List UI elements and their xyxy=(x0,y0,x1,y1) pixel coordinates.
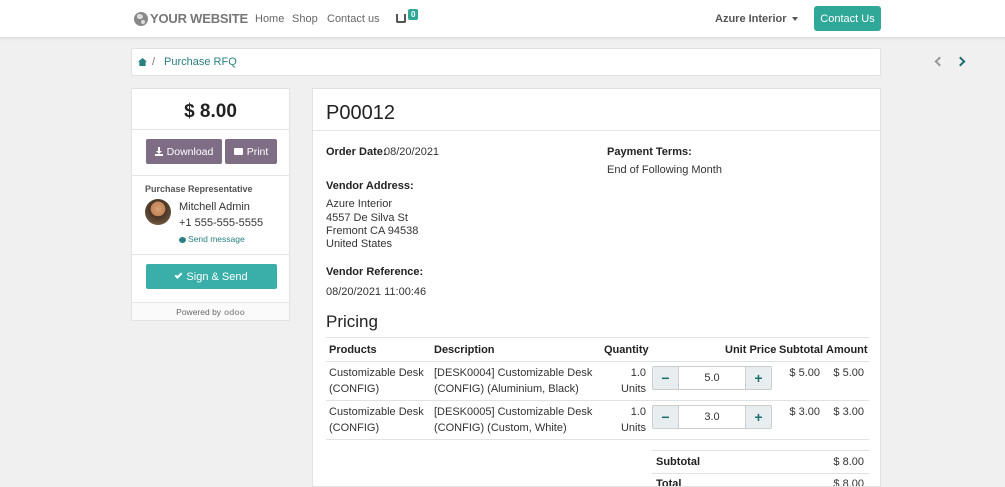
unit-price-stepper: − 5.0 + xyxy=(652,366,772,390)
breadcrumb: / Purchase RFQ xyxy=(131,48,966,76)
vendor-reference-value: 08/20/2021 11:00:46 xyxy=(326,286,427,298)
table-divider xyxy=(326,337,869,338)
sign-label: Sign & Send xyxy=(186,270,248,283)
payment-terms-value: End of Following Month xyxy=(607,164,722,176)
totals-divider xyxy=(652,473,869,474)
send-message-label: Send message xyxy=(188,234,245,244)
product-name: (CONFIG) xyxy=(329,422,380,434)
quantity-unit: Units xyxy=(620,383,646,395)
quantity-unit: Units xyxy=(620,422,646,434)
sign-and-send-button[interactable]: Sign & Send xyxy=(146,264,277,289)
next-chevron-icon[interactable] xyxy=(955,56,966,67)
payment-terms-label: Payment Terms: xyxy=(607,146,692,158)
order-date-value: 08/20/2021 xyxy=(384,146,440,158)
download-label: Download xyxy=(166,145,214,158)
nav-contact-us[interactable]: Contact us xyxy=(327,13,380,25)
previous-chevron-icon[interactable] xyxy=(934,56,945,67)
subtotal-label: Subtotal xyxy=(656,456,700,468)
subtotal-value: $ 8.00 xyxy=(833,456,864,468)
product-description: (CONFIG) (Custom, White) xyxy=(434,422,567,434)
comment-icon xyxy=(179,236,186,243)
quantity-value: 1.0 xyxy=(630,406,646,418)
globe-icon xyxy=(134,11,148,26)
unit-price-input[interactable]: 5.0 xyxy=(678,367,746,389)
col-products: Products xyxy=(329,344,377,356)
unit-price-input[interactable]: 3.0 xyxy=(678,406,746,428)
row-amount: $ 5.00 xyxy=(833,367,864,379)
divider xyxy=(132,254,289,255)
powered-by-text: Powered by xyxy=(176,306,222,317)
cart-count-badge: 0 xyxy=(408,9,419,20)
table-divider xyxy=(326,361,869,362)
logo-text: YOUR WEBSITE xyxy=(150,11,248,26)
decrease-button[interactable]: − xyxy=(653,406,678,428)
vendor-address-line: United States xyxy=(326,238,393,250)
avatar xyxy=(145,199,171,225)
product-description: (CONFIG) (Aluminium, Black) xyxy=(434,383,579,395)
product-name: (CONFIG) xyxy=(329,383,380,395)
order-sidebar: $ 8.00 Download Print Purchase Represent… xyxy=(131,88,290,321)
col-amount: Amount xyxy=(826,344,868,356)
increase-button[interactable]: + xyxy=(746,367,771,389)
pricing-heading: Pricing xyxy=(326,312,378,331)
product-name: Customizable Desk xyxy=(329,406,424,418)
totals-divider xyxy=(652,450,869,451)
user-menu-label: Azure Interior xyxy=(715,13,787,25)
send-message-link[interactable]: Send message xyxy=(179,234,245,244)
product-name: Customizable Desk xyxy=(329,367,424,379)
divider xyxy=(132,129,289,130)
order-panel: P00012 Order Date: 08/20/2021 Payment Te… xyxy=(312,88,881,487)
increase-button[interactable]: + xyxy=(746,406,771,428)
row-amount: $ 3.00 xyxy=(833,406,864,418)
divider xyxy=(313,130,880,131)
download-icon xyxy=(154,146,163,156)
check-icon xyxy=(175,270,183,279)
total-value: $ 8.00 xyxy=(833,478,864,487)
odoo-logo[interactable]: odoo xyxy=(224,307,245,317)
col-quantity: Quantity xyxy=(604,344,649,356)
row-subtotal: $ 5.00 xyxy=(789,367,820,379)
rep-phone: +1 555-555-5555 xyxy=(179,217,264,229)
product-description: [DESK0005] Customizable Desk xyxy=(434,406,593,418)
nav-shop[interactable]: Shop xyxy=(292,13,318,25)
order-date-label: Order Date: xyxy=(326,146,387,158)
col-subtotal: Subtotal xyxy=(779,344,823,356)
cart-link[interactable]: 0 xyxy=(396,9,419,24)
order-title: P00012 xyxy=(326,102,395,124)
caret-down-icon xyxy=(791,17,798,22)
user-menu[interactable]: Azure Interior xyxy=(715,13,798,25)
vendor-address-line: Azure Interior xyxy=(326,198,393,210)
row-subtotal: $ 3.00 xyxy=(789,406,820,418)
product-description: [DESK0004] Customizable Desk xyxy=(434,367,593,379)
top-navbar: YOUR WEBSITE Home Shop Contact us 0 Azur… xyxy=(0,0,1005,38)
table-divider xyxy=(326,400,869,401)
vendor-address-line: 4557 De Silva St xyxy=(326,212,408,224)
quantity-value: 1.0 xyxy=(630,367,646,379)
site-logo[interactable]: YOUR WEBSITE xyxy=(134,11,248,26)
print-label: Print xyxy=(246,145,269,158)
home-icon[interactable] xyxy=(138,58,147,66)
breadcrumb-current[interactable]: Purchase RFQ xyxy=(164,56,237,68)
contact-us-button[interactable]: Contact Us xyxy=(814,6,881,31)
print-icon xyxy=(233,148,243,155)
total-label: Total xyxy=(656,478,682,487)
divider xyxy=(132,175,289,176)
print-button[interactable]: Print xyxy=(225,139,277,164)
col-description: Description xyxy=(434,344,495,356)
powered-by-footer: Powered by odoo xyxy=(132,302,289,320)
total-amount: $ 8.00 xyxy=(184,101,237,122)
rep-name: Mitchell Admin xyxy=(179,201,250,213)
unit-price-stepper: − 3.0 + xyxy=(652,405,772,429)
nav-home[interactable]: Home xyxy=(255,13,284,25)
vendor-address-label: Vendor Address: xyxy=(326,180,414,192)
download-button[interactable]: Download xyxy=(146,139,222,164)
decrease-button[interactable]: − xyxy=(653,367,678,389)
breadcrumb-separator: / xyxy=(152,56,156,68)
rep-title: Purchase Representative xyxy=(145,184,253,194)
vendor-address-line: Fremont CA 94538 xyxy=(326,225,419,237)
cart-icon xyxy=(396,14,406,23)
table-divider xyxy=(326,439,869,440)
vendor-reference-label: Vendor Reference: xyxy=(326,266,424,278)
col-unit-price: Unit Price xyxy=(725,344,777,356)
